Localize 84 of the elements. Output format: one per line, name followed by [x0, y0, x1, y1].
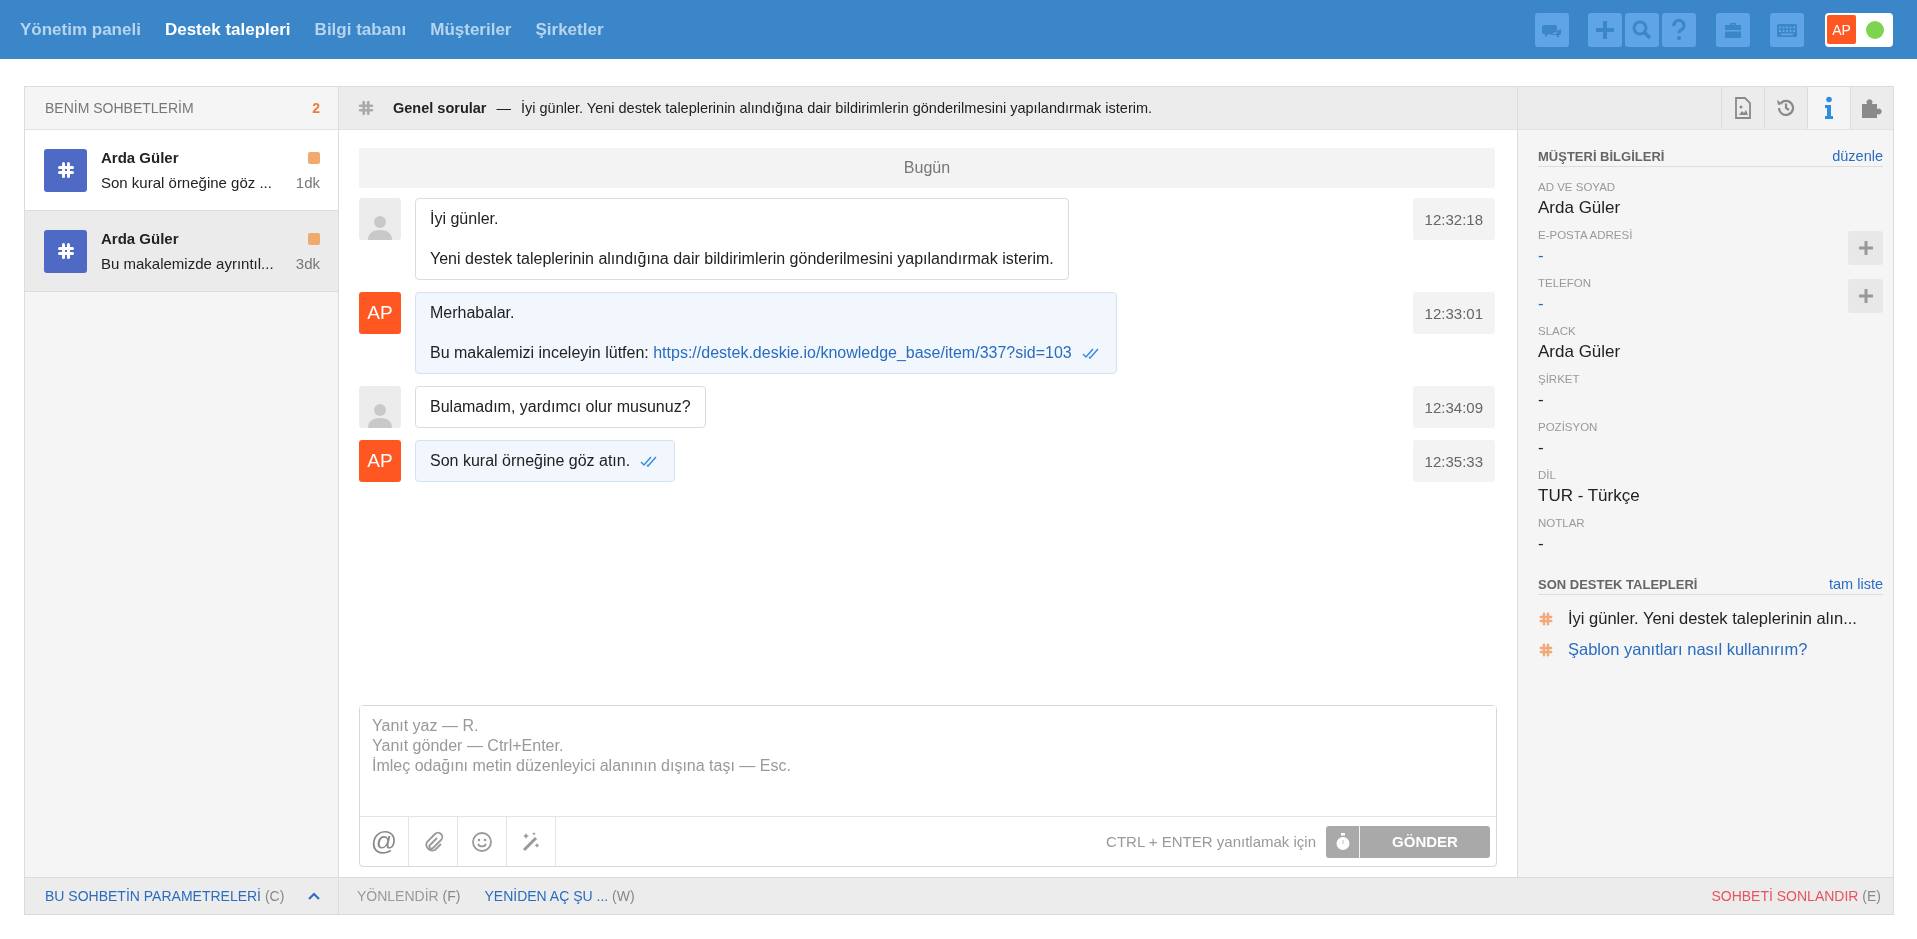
- paperclip-icon: [422, 830, 444, 853]
- plus-icon: [1857, 239, 1874, 256]
- field-label: POZİSYON: [1538, 421, 1598, 433]
- footer-action-button[interactable]: YENİDEN AÇ ŞU ... (W): [484, 888, 635, 904]
- field-value: -: [1538, 390, 1545, 410]
- field-value: -: [1538, 534, 1545, 554]
- add-button[interactable]: [1848, 230, 1883, 265]
- keyboard-button[interactable]: [1770, 12, 1804, 47]
- reply-editor[interactable]: Yanıt yaz — R. Yanıt gönder — Ctrl+Enter. İmleç odağını metin düzenleyici alanının dışına taşı — Esc. @ CTRL + ENTER yanıtlamak için GÖNDER: [359, 705, 1497, 867]
- section-title: SON DESTEK TALEPLERİ: [1538, 577, 1698, 592]
- message-text: Merhabalar.: [430, 303, 515, 323]
- end-chat-button[interactable]: SOHBETİ SONLANDIR (E): [1711, 888, 1881, 904]
- field-value: TUR - Türkçe: [1538, 486, 1640, 506]
- ticket-title: İyi günler. Yeni destek taleplerinin alın...: [1568, 609, 1857, 628]
- chat-list-item[interactable]: Arda Güler Bu makalemizde ayrıntıl... 3dk: [25, 211, 338, 292]
- plus-button[interactable]: [1588, 12, 1622, 47]
- chat-button[interactable]: [1535, 12, 1569, 47]
- help-button[interactable]: [1662, 12, 1696, 47]
- magic-wand-icon: [520, 830, 542, 853]
- channel-name: Genel sorular: [393, 100, 487, 116]
- document-icon: [1734, 97, 1752, 119]
- chat-list-item[interactable]: Arda Güler Son kural örneğine göz ... 1dk: [25, 130, 338, 211]
- nav-link[interactable]: Destek talepleri: [164, 19, 291, 40]
- user-silhouette-avatar: [359, 198, 401, 240]
- timer-button[interactable]: [1326, 825, 1360, 858]
- message-text: Yeni destek taleplerinin alındığına dair bildirimlerin gönderilmesini yapılandırmak isterim.: [430, 249, 1054, 269]
- field-value: -: [1538, 294, 1545, 314]
- chat-parameters-button[interactable]: BU SOHBETİN PARAMETRELERİ (C): [45, 888, 285, 904]
- mention-button[interactable]: @: [360, 817, 409, 866]
- message-time: 12:33:01: [1412, 292, 1495, 334]
- nav-link[interactable]: Şirketler: [535, 19, 604, 40]
- field-label: SLACK: [1538, 325, 1577, 337]
- message-time: 12:35:33: [1412, 440, 1495, 482]
- message-text: Bu makalemizi inceleyin lütfen: https://destek.deskie.io/knowledge_base/item/337?sid=103: [430, 343, 1072, 363]
- section-title: MÜŞTERİ BİLGİLERİ: [1538, 149, 1665, 164]
- field-value: Arda Güler: [1538, 342, 1621, 362]
- search-button[interactable]: [1625, 12, 1659, 47]
- field-label: DİL: [1538, 469, 1557, 481]
- user-avatar: AP: [1827, 15, 1856, 44]
- ticket-link[interactable]: Şablon yanıtları nasıl kullanırım?: [1568, 640, 1808, 659]
- message-time: 12:34:09: [1412, 386, 1495, 428]
- slack-icon: [1538, 610, 1554, 627]
- slack-icon: [55, 160, 76, 180]
- nav-link[interactable]: Müşteriler: [430, 19, 512, 40]
- slack-icon: [55, 241, 76, 261]
- chat-subject: İyi günler. Yeni destek taleplerinin alındığına dair bildirimlerin gönderilmesini yapılandırmak isterim.: [521, 100, 1153, 116]
- edit-link[interactable]: düzenle: [1832, 148, 1883, 164]
- nav-link[interactable]: Bilgi tabanı: [314, 19, 407, 40]
- slack-icon: [1538, 641, 1554, 658]
- add-button[interactable]: [1848, 278, 1883, 313]
- separator-dash: —: [496, 100, 511, 116]
- slack-icon: [357, 99, 375, 117]
- history-icon: [1775, 97, 1797, 119]
- sidebar-title: BENİM SOHBETLERİM: [45, 100, 194, 116]
- panel-tab[interactable]: [1807, 87, 1850, 129]
- message-time: 12:32:18: [1412, 198, 1495, 240]
- stopwatch-icon: [1334, 832, 1351, 851]
- puzzle-icon: [1860, 97, 1884, 119]
- smiley-icon: [471, 830, 493, 853]
- field-label: AD VE SOYAD: [1538, 181, 1617, 193]
- info-icon: [1823, 96, 1835, 120]
- message-text: İyi günler.: [430, 209, 499, 229]
- full-list-link[interactable]: tam liste: [1829, 576, 1883, 592]
- nav-link[interactable]: Yönetim paneli: [20, 19, 141, 40]
- user-silhouette-avatar: [359, 386, 401, 428]
- chat-count: 2: [312, 100, 320, 116]
- plus-icon: [1857, 287, 1874, 304]
- field-label: TELEFON: [1538, 277, 1592, 289]
- briefcase-button[interactable]: [1716, 12, 1750, 47]
- reply-input-field[interactable]: Yanıt yaz — R. Yanıt gönder — Ctrl+Enter. İmleç odağını metin düzenleyici alanının dışına taşı — Esc.: [360, 706, 1496, 817]
- field-label: NOTLAR: [1538, 517, 1585, 529]
- field-label: ŞİRKET: [1538, 373, 1580, 385]
- chevron-up-icon: [308, 892, 320, 900]
- user-status-widget[interactable]: AP: [1825, 12, 1893, 47]
- article-link[interactable]: https://destek.deskie.io/knowledge_base/item/337?sid=103: [653, 344, 1072, 361]
- field-value: -: [1538, 246, 1545, 266]
- send-hint: CTRL + ENTER yanıtlamak için: [1106, 833, 1316, 850]
- message-text: Son kural örneğine göz atın.: [430, 451, 631, 471]
- field-value: Arda Güler: [1538, 198, 1621, 218]
- message-text: Bulamadım, yardımcı olur musunuz?: [430, 397, 691, 417]
- agent-avatar: AP: [359, 440, 401, 482]
- agent-avatar: AP: [359, 292, 401, 334]
- field-label: E-POSTA ADRESİ: [1538, 229, 1633, 241]
- field-value: -: [1538, 438, 1545, 458]
